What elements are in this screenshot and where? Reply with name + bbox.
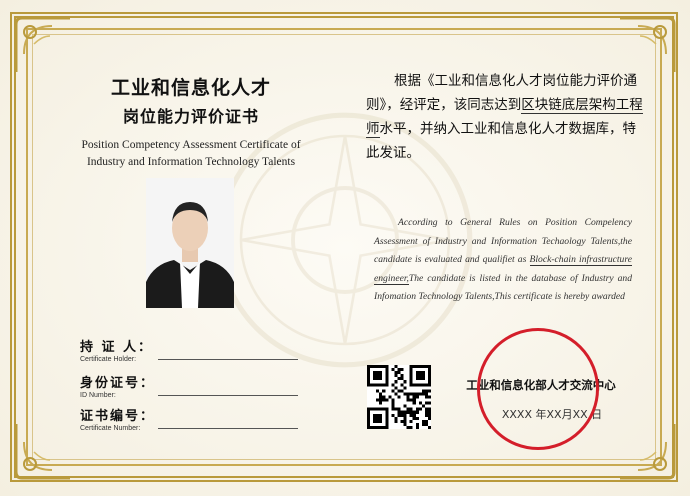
corner-ornament-icon — [12, 14, 74, 76]
cert-number-label: 证书编号： — [80, 409, 156, 424]
id-label: 身份证号： — [80, 376, 156, 391]
certificate-title-line1: 工业和信息化人才 — [110, 77, 271, 99]
corner-ornament-icon — [616, 420, 678, 482]
cert-number-label-en: Certificate Number: — [80, 425, 141, 432]
official-seal — [477, 328, 599, 450]
title-en-line2: Industry and Information Technology Tale… — [86, 156, 296, 168]
corner-ornament-icon — [12, 420, 74, 482]
holder-line — [158, 359, 298, 360]
qr-code-icon — [367, 365, 431, 429]
body-en-part2: The candidate is listed in the database … — [374, 272, 632, 303]
holder-field: 持 证 人： Certificate Holder: — [80, 336, 298, 363]
holder-label: 持 证 人： — [80, 340, 154, 355]
body-text-english: According to General Rules on Position C… — [374, 214, 632, 307]
body-text-chinese: 根据《工业和信息化人才岗位能力评价通则》，经评定，该同志达到区块链底层架构工程师… — [366, 69, 646, 165]
cert-number-field: 证书编号： Certificate Number: — [80, 405, 298, 432]
certificate-title-line2: 岗位能力评价证书 — [122, 107, 259, 126]
id-label-en: ID Number: — [80, 392, 116, 399]
certificate-title-english: Position Competency Assessment Certifica… — [50, 137, 332, 171]
holder-photo — [146, 178, 234, 308]
cert-number-line — [158, 428, 298, 429]
holder-label-en: Certificate Holder: — [80, 356, 137, 363]
corner-ornament-icon — [616, 14, 678, 76]
body-zh-part2: 水平，并纳入工业和信息化人才数据库，特此发证。 — [366, 121, 636, 161]
id-field: 身份证号： ID Number: — [80, 372, 298, 399]
title-en-line1: Position Competency Assessment Certifica… — [81, 139, 301, 151]
certificate: 工业和信息化人才 岗位能力评价证书 Position Competency As… — [0, 0, 690, 496]
id-line — [158, 395, 298, 396]
